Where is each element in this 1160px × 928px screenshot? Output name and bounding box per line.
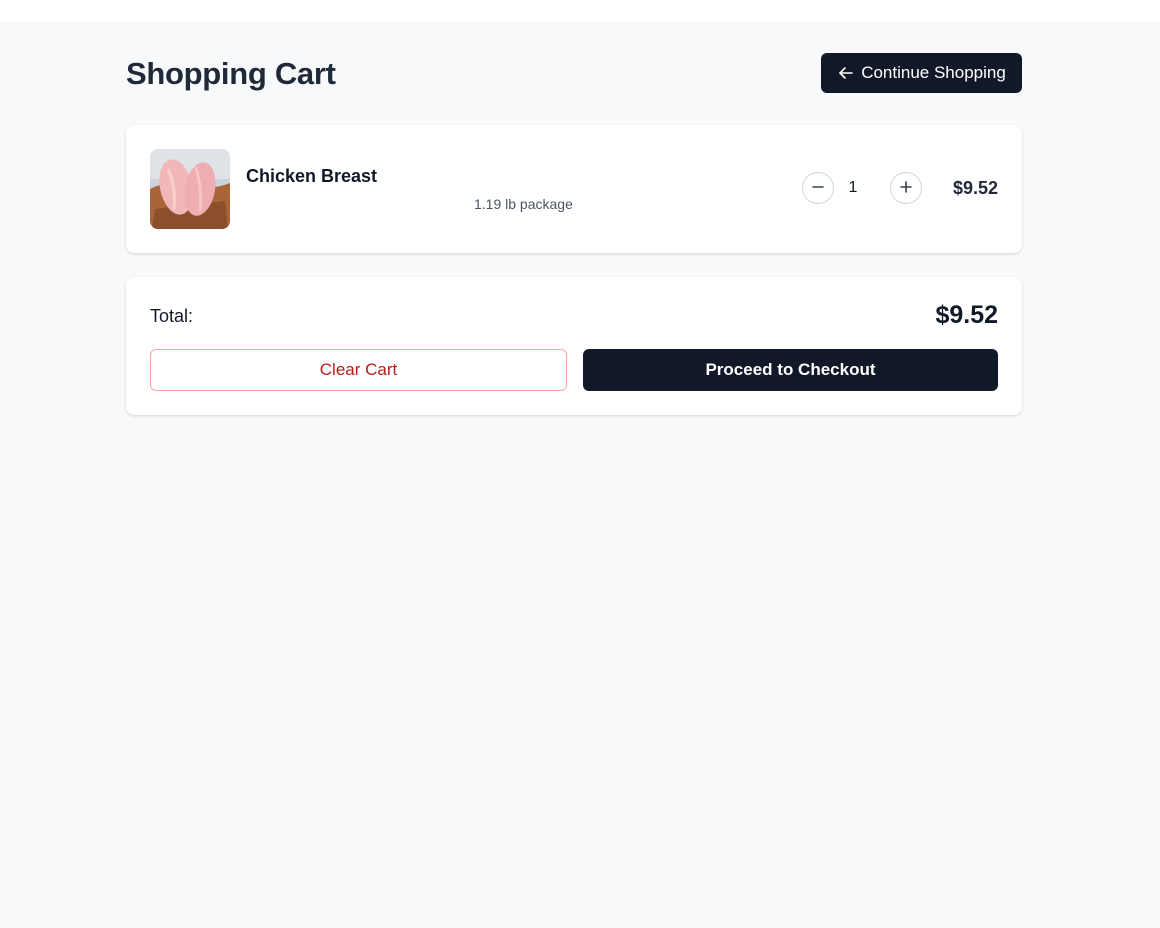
cart-item: Chicken Breast 1.19 lb package 1 $9.52 xyxy=(126,125,1022,253)
continue-shopping-button[interactable]: Continue Shopping xyxy=(821,53,1022,93)
plus-icon xyxy=(899,180,913,197)
page-background: Shopping Cart Continue Shopping Chicken … xyxy=(0,21,1160,928)
continue-shopping-label: Continue Shopping xyxy=(861,63,1006,82)
increase-quantity-button[interactable] xyxy=(890,172,922,204)
quantity-value: 1 xyxy=(848,179,858,196)
cart-summary: Total: $9.52 Clear Cart Proceed to Check… xyxy=(126,277,1022,415)
decrease-quantity-button[interactable] xyxy=(802,172,834,204)
clear-cart-button[interactable]: Clear Cart xyxy=(150,349,567,391)
product-image xyxy=(150,149,230,229)
total-label: Total: xyxy=(150,306,194,326)
arrow-left-icon xyxy=(837,64,855,82)
checkout-button[interactable]: Proceed to Checkout xyxy=(583,349,998,391)
cart-header: Shopping Cart Continue Shopping xyxy=(126,53,1022,93)
item-name: Chicken Breast xyxy=(246,166,378,186)
total-value: $9.52 xyxy=(935,301,998,329)
item-description: 1.19 lb package xyxy=(474,196,573,212)
item-price: $9.52 xyxy=(952,178,998,198)
page-title: Shopping Cart xyxy=(126,56,336,91)
minus-icon xyxy=(811,180,825,197)
